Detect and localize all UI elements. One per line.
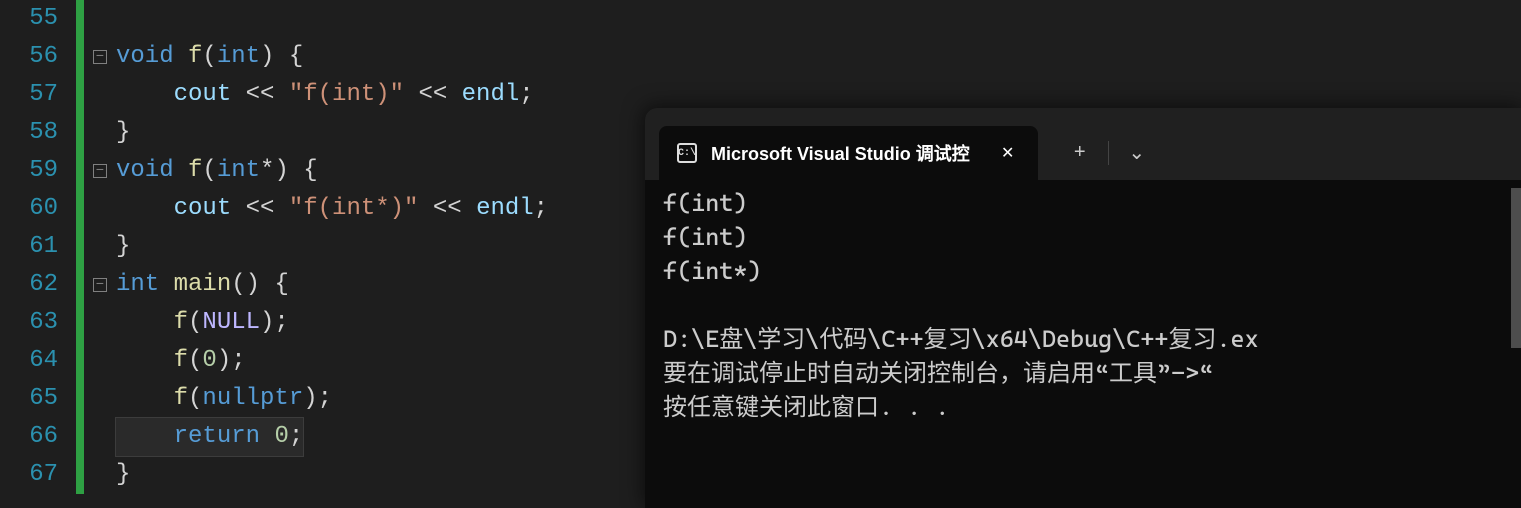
- console-line: f(int): [663, 186, 1507, 220]
- code-content[interactable]: f(nullptr);: [116, 380, 332, 418]
- fold-toggle-icon[interactable]: −: [93, 164, 107, 178]
- code-content[interactable]: }: [116, 456, 130, 494]
- console-line: 按任意键关闭此窗口. . .: [663, 390, 1507, 424]
- change-bar: [76, 152, 84, 190]
- line-number: 61: [0, 228, 76, 266]
- divider: [1108, 141, 1109, 165]
- code-content[interactable]: f(NULL);: [116, 304, 289, 342]
- line-number: 63: [0, 304, 76, 342]
- line-number: 55: [0, 0, 76, 38]
- line-number: 60: [0, 190, 76, 228]
- change-bar: [76, 304, 84, 342]
- console-line: [663, 288, 1507, 322]
- terminal-icon: C:\: [677, 143, 697, 163]
- console-tab[interactable]: C:\ Microsoft Visual Studio 调试控 ✕: [659, 126, 1038, 180]
- code-content[interactable]: cout << "f(int)" << endl;: [116, 76, 534, 114]
- change-bar: [76, 114, 84, 152]
- line-number: 65: [0, 380, 76, 418]
- code-content[interactable]: }: [116, 228, 130, 266]
- code-content[interactable]: return 0;: [116, 418, 303, 456]
- line-number: 56: [0, 38, 76, 76]
- console-line: D:\E盘\学习\代码\C++复习\x64\Debug\C++复习.ex: [663, 322, 1507, 356]
- change-bar: [76, 190, 84, 228]
- console-tab-title: Microsoft Visual Studio 调试控: [711, 140, 970, 166]
- line-number: 62: [0, 266, 76, 304]
- console-line: 要在调试停止时自动关闭控制台，请启用“工具”->“: [663, 356, 1507, 390]
- tab-dropdown-button[interactable]: ⌄: [1115, 131, 1159, 175]
- fold-toggle-icon[interactable]: −: [93, 50, 107, 64]
- change-bar: [76, 266, 84, 304]
- line-number: 64: [0, 342, 76, 380]
- debug-console-window: C:\ Microsoft Visual Studio 调试控 ✕ + ⌄ f(…: [645, 108, 1521, 508]
- change-bar: [76, 76, 84, 114]
- change-bar: [76, 342, 84, 380]
- change-bar: [76, 0, 84, 38]
- code-content[interactable]: f(0);: [116, 342, 246, 380]
- code-line[interactable]: 56 −void f(int) {: [0, 38, 1521, 76]
- change-bar: [76, 38, 84, 76]
- line-number: 57: [0, 76, 76, 114]
- line-number: 67: [0, 456, 76, 494]
- change-bar: [76, 456, 84, 494]
- code-content[interactable]: int main() {: [116, 266, 289, 304]
- code-line[interactable]: 55: [0, 0, 1521, 38]
- change-bar: [76, 380, 84, 418]
- code-content[interactable]: cout << "f(int*)" << endl;: [116, 190, 548, 228]
- code-content[interactable]: }: [116, 114, 130, 152]
- fold-gutter[interactable]: −: [84, 50, 116, 64]
- line-number: 59: [0, 152, 76, 190]
- console-line: f(int): [663, 220, 1507, 254]
- fold-toggle-icon[interactable]: −: [93, 278, 107, 292]
- scrollbar-thumb[interactable]: [1511, 188, 1521, 348]
- change-bar: [76, 228, 84, 266]
- console-tab-actions: + ⌄: [1058, 131, 1159, 175]
- console-output[interactable]: f(int)f(int)f(int*)D:\E盘\学习\代码\C++复习\x64…: [645, 180, 1521, 430]
- fold-gutter[interactable]: −: [84, 278, 116, 292]
- new-tab-button[interactable]: +: [1058, 131, 1102, 175]
- line-number: 66: [0, 418, 76, 456]
- line-number: 58: [0, 114, 76, 152]
- console-titlebar[interactable]: C:\ Microsoft Visual Studio 调试控 ✕ + ⌄: [645, 108, 1521, 180]
- close-tab-button[interactable]: ✕: [996, 141, 1020, 165]
- code-content[interactable]: void f(int) {: [116, 38, 303, 76]
- change-bar: [76, 418, 84, 456]
- code-content[interactable]: void f(int*) {: [116, 152, 318, 190]
- fold-gutter[interactable]: −: [84, 164, 116, 178]
- console-line: f(int*): [663, 254, 1507, 288]
